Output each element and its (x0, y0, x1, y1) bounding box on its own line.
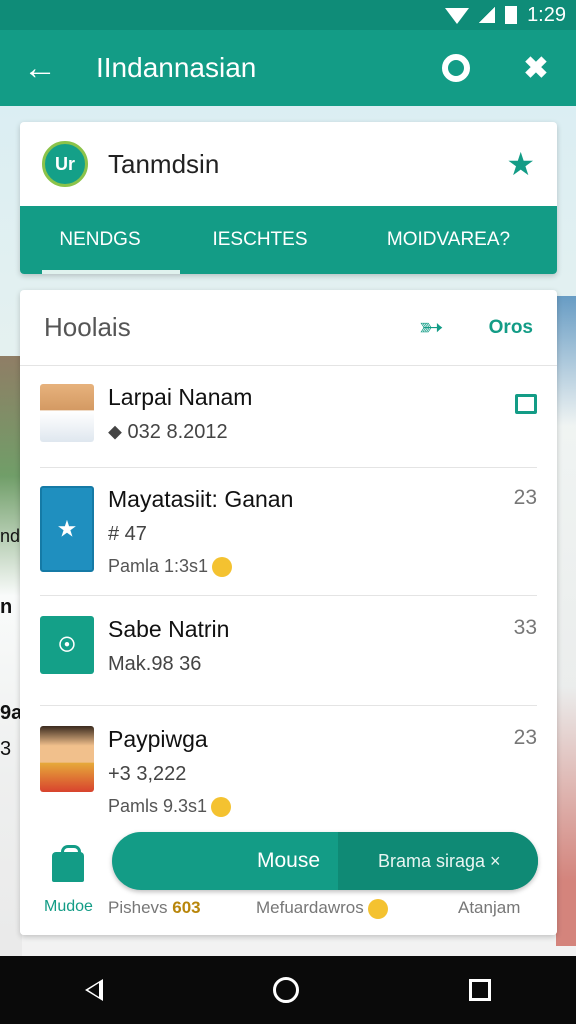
list-item-title: Sabe Natrin (108, 616, 230, 642)
list-item-body: Larpai Nanam ⬥ 032 8.2012 (108, 384, 515, 467)
tab-bar: NENDGS IESCHTES MOIDVAREA? (20, 206, 557, 274)
list-card: Hoolais ➳ Oros Larpai Nanam ⬥ 032 8.2012… (20, 290, 557, 935)
signal-icon (479, 7, 496, 23)
list-item[interactable]: Paypiwga +3 3,222 Pamls 9.3s1 23 (40, 726, 537, 826)
list-item-subtitle: ⬥ 032 8.2012 (108, 421, 228, 443)
list-item[interactable]: Larpai Nanam ⬥ 032 8.2012 (40, 384, 537, 468)
avatar: ★ (40, 486, 94, 572)
edge-text-4: 3 (0, 738, 12, 760)
badge-icon: ★ (58, 518, 76, 541)
system-back-icon[interactable] (85, 979, 103, 1001)
list-item-body: Mayatasiit: Ganan # 47 Pamla 1:3s1 (108, 486, 497, 595)
status-time: 1:29 (527, 3, 566, 26)
tab-ieschtes[interactable]: IESCHTES (180, 206, 340, 274)
right-edge-image (556, 296, 576, 946)
system-home-icon[interactable] (273, 977, 299, 1003)
tab-nendgs[interactable]: NENDGS (20, 206, 180, 274)
list-title: Hoolais (44, 312, 131, 342)
system-recents-icon[interactable] (469, 979, 491, 1001)
status-bar: 1:29 (0, 0, 576, 30)
list-item[interactable]: ★ Mayatasiit: Ganan # 47 Pamla 1:3s1 23 (40, 486, 537, 596)
pill-secondary-button[interactable]: Brama siraga × (338, 832, 538, 890)
star-icon[interactable]: ★ (506, 145, 535, 183)
list-item-count: 23 (513, 726, 537, 749)
app-title: IIndannasian (96, 52, 257, 83)
bottom-navigation: Mudoe Pishevs 603 Mefuardawros Atanjam M… (20, 830, 557, 935)
home-icon[interactable] (52, 845, 84, 882)
options-button[interactable]: Oros (489, 317, 533, 339)
item-checkbox[interactable] (515, 394, 537, 414)
avatar (40, 726, 94, 792)
tools-icon: ✖ (523, 51, 549, 85)
ring-button[interactable] (416, 54, 496, 82)
system-navigation-bar (0, 956, 576, 1024)
list-item-body: Paypiwga +3 3,222 Pamls 9.3s1 (108, 726, 497, 826)
list-item-title: Paypiwga (108, 726, 208, 752)
app-logo: Ur (42, 141, 88, 187)
list-item-subtitle: +3 3,222 (108, 763, 187, 785)
nav-previews-badge: 603 (172, 898, 201, 917)
back-arrow-icon[interactable]: ← (0, 30, 80, 106)
list-item-subtitle: # 47 (108, 523, 147, 545)
list-item-meta-text: Pamls 9.3s1 (108, 796, 208, 816)
smiley-icon (211, 797, 232, 818)
send-icon[interactable]: ➳ (419, 311, 453, 345)
avatar: ☉ (40, 616, 94, 674)
nav-account-label[interactable]: Atanjam (458, 898, 520, 918)
list-item-meta: Pamls 9.3s1 (108, 796, 497, 818)
logo-text: Ur (54, 153, 75, 174)
nav-favorites-label[interactable]: Mefuardawros (256, 898, 388, 919)
left-edge-image (0, 356, 22, 956)
edge-text-1: nd (0, 526, 21, 546)
nav-home-label[interactable]: Mudoe (44, 898, 93, 916)
avatar (40, 384, 94, 442)
smiley-icon (212, 557, 233, 578)
edge-text-2: n (0, 596, 13, 618)
shield-icon: ☉ (58, 634, 76, 657)
nav-favorites-text: Mefuardawros (256, 898, 364, 917)
ring-icon (442, 54, 470, 82)
app-bar: ← IIndannasian ✖ (0, 30, 576, 106)
list-item[interactable]: ☉ Sabe Natrin Mak.98 36 33 (40, 616, 537, 706)
list-item-count: 33 (513, 616, 537, 639)
tools-button[interactable]: ✖ (496, 51, 576, 86)
wifi-icon (445, 8, 470, 24)
battery-icon (505, 6, 518, 24)
list-header: Hoolais ➳ Oros (20, 290, 557, 366)
profile-card: Ur Tanmdsin ★ NENDGS IESCHTES MOIDVAREA? (20, 122, 557, 274)
profile-name: Tanmdsin (108, 148, 220, 179)
edge-text-3: 9a (0, 702, 23, 724)
list-item-count: 23 (513, 486, 537, 509)
list-item-body: Sabe Natrin Mak.98 36 (108, 616, 497, 705)
pill-primary-button[interactable]: Mouse (112, 849, 338, 873)
list-item-meta: Pamla 1:3s1 (108, 556, 497, 578)
nav-previews-text: Pishevs (108, 898, 168, 917)
list-item-title: Larpai Nanam (108, 384, 253, 410)
smiley-icon (367, 898, 388, 919)
profile-header: Ur Tanmdsin ★ (20, 122, 557, 206)
action-pill: Mouse Brama siraga × (112, 832, 538, 890)
list-item-title: Mayatasiit: Ganan (108, 486, 294, 512)
list-item-subtitle: Mak.98 36 (108, 653, 202, 675)
tab-moidvarea[interactable]: MOIDVAREA? (340, 206, 557, 274)
nav-previews-label[interactable]: Pishevs 603 (108, 898, 201, 918)
list-item-meta-text: Pamla 1:3s1 (108, 556, 209, 576)
